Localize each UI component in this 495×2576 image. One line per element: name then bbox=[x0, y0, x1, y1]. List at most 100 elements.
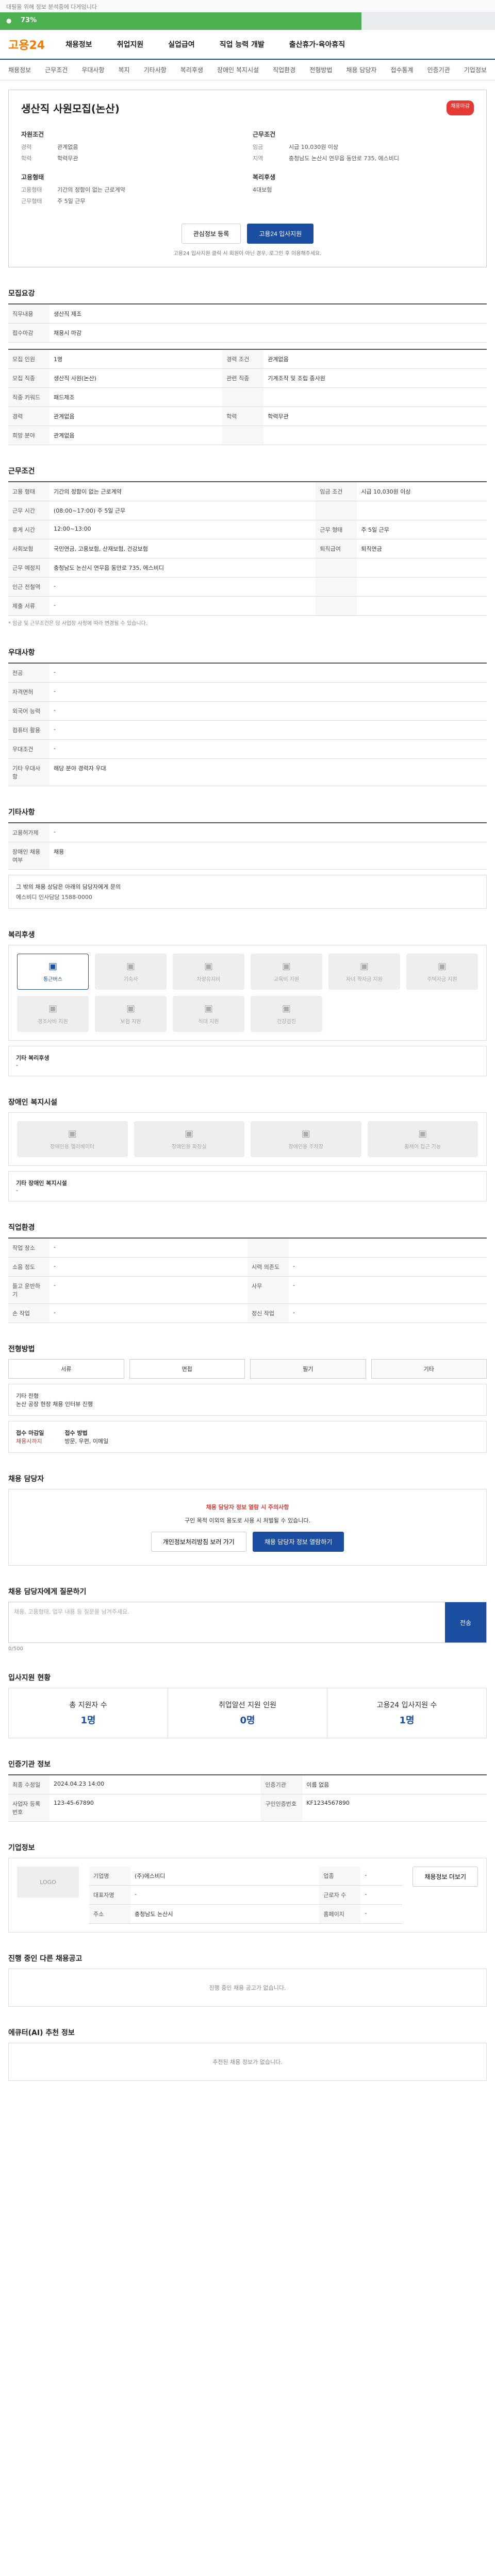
cell-val bbox=[357, 558, 487, 578]
welfare-item: ▣ 주택자금 지원 bbox=[406, 954, 478, 990]
cell-val: - bbox=[50, 596, 316, 616]
cell-val: - bbox=[50, 1276, 248, 1304]
kv-key: 지역 bbox=[253, 155, 263, 162]
lnb-item[interactable]: 장애인 복지시설 bbox=[217, 65, 259, 74]
welfare-label: 장애인용 엘리베이터 bbox=[50, 1144, 95, 1150]
lnb-item[interactable]: 채용 담당자 bbox=[346, 65, 376, 74]
cell-key bbox=[222, 426, 264, 445]
cell-key: 직무내용 bbox=[8, 304, 50, 324]
manager-section: 채용 담당자 채용 담당자 정보 열람 시 주의사항 구인 목적 이외의 용도로… bbox=[8, 1473, 487, 1566]
lnb-item[interactable]: 우대사항 bbox=[81, 65, 104, 74]
kv-val: 4대보험 bbox=[253, 187, 272, 193]
cell-val: 2024.04.23 14:00 bbox=[50, 1775, 261, 1794]
section-title: 기타사항 bbox=[8, 808, 35, 817]
welfare-item: ▣ 건강검진 bbox=[251, 996, 322, 1032]
progress-fill bbox=[0, 12, 361, 30]
welfare-label: 차량유지비 bbox=[196, 977, 221, 982]
cell-val: - bbox=[289, 1257, 487, 1277]
cell-key: 직종 키워드 bbox=[8, 387, 50, 407]
section-nav: 채용정보 근무조건 우대사항 복지 기타사항 복리후생 장애인 복지시설 직업환… bbox=[0, 60, 495, 80]
cell-val: - bbox=[50, 1238, 248, 1258]
other-table: 고용허가제 - 장애인 채용 여부 채용 bbox=[8, 822, 487, 870]
welfare-item: ▣ 장애인용 주차장 bbox=[251, 1121, 361, 1157]
kv-val: 관계없음 bbox=[57, 144, 78, 150]
cell-key bbox=[316, 596, 357, 616]
welfare-item: ▣ 휠체어 접근 가능 bbox=[367, 1121, 478, 1157]
stat-label: 취업알선 지원 인원 bbox=[219, 1701, 276, 1709]
nav-item-benefit[interactable]: 실업급여 bbox=[168, 39, 195, 49]
cell-val bbox=[289, 1238, 487, 1258]
cell-key bbox=[316, 558, 357, 578]
cell-val: 충청남도 논산시 연무읍 동안로 735, 에스비디 bbox=[50, 558, 316, 578]
lnb-item[interactable]: 인증기관 bbox=[427, 65, 450, 74]
privacy-button[interactable]: 개인정보처리방침 보러 가기 bbox=[151, 1532, 246, 1552]
welfare-label: 경조사비 지원 bbox=[38, 1019, 68, 1025]
lnb-item[interactable]: 기업정보 bbox=[464, 65, 487, 74]
cell-key: 모집 직종 bbox=[8, 368, 50, 388]
more-jobs-button[interactable]: 채용정보 더보기 bbox=[412, 1867, 478, 1887]
section-title: 전형방법 bbox=[8, 1345, 35, 1353]
welfare-icon: ▣ bbox=[282, 961, 291, 972]
cell-key: 퇴직급여 bbox=[316, 539, 357, 558]
deadline-title: 접수 마감일 bbox=[16, 1430, 44, 1436]
cond-table: 고용 형태 기간의 정함이 없는 근로계약 임금 조건 시급 10,030원 이상 근무… bbox=[8, 481, 487, 616]
kv-key: 고용형태 bbox=[21, 187, 42, 193]
lnb-item[interactable]: 복지 bbox=[119, 65, 130, 74]
welfare-icon: ▣ bbox=[185, 1128, 194, 1139]
cell-val: - bbox=[50, 577, 316, 597]
cell-val: - bbox=[50, 682, 487, 702]
lnb-item[interactable]: 직업환경 bbox=[273, 65, 295, 74]
nav-item-leave[interactable]: 출산휴가·육아휴직 bbox=[289, 39, 345, 49]
cert-section: 인증기관 정보 최종 수정일 2024.04.23 14:00 인증기관 이름 없음 사… bbox=[8, 1759, 487, 1822]
welfare-item: ▣ 교육비 지원 bbox=[251, 954, 322, 990]
cell-key bbox=[316, 577, 357, 597]
cell-val: 채용 bbox=[50, 842, 487, 870]
logo[interactable]: 고용24 bbox=[8, 36, 45, 53]
view-manager-button[interactable]: 채용 담당자 정보 열람하기 bbox=[252, 1532, 344, 1552]
cell-val: 생산직 사원(논산) bbox=[50, 368, 223, 388]
info-icon: ● bbox=[6, 17, 12, 24]
section-title: 근무조건 bbox=[8, 467, 35, 476]
cell-key: 학력 bbox=[222, 406, 264, 426]
char-count: 0/500 bbox=[8, 1646, 23, 1652]
apply-button[interactable]: 고용24 입사지원 bbox=[247, 224, 314, 244]
pref-section: 우대사항 전공 - 자격면허 - 외국어 능력 - 컴퓨터 활용 - 우대조건 - 기타 우대사항 해… bbox=[8, 647, 487, 786]
lnb-item[interactable]: 채용정보 bbox=[8, 65, 31, 74]
nav-item-jobs[interactable]: 채용정보 bbox=[65, 39, 92, 49]
welfare-label: 휠체어 접근 가능 bbox=[404, 1144, 441, 1150]
sel-title: 기타 전형 bbox=[16, 1393, 39, 1399]
warn-text: 구인 목적 이외의 용도로 사용 시 처벌될 수 있습니다. bbox=[185, 1517, 310, 1524]
lnb-item[interactable]: 복리후생 bbox=[180, 65, 203, 74]
lnb-item[interactable]: 기타사항 bbox=[144, 65, 167, 74]
section-title: 기업정보 bbox=[8, 1844, 35, 1852]
scrap-button[interactable]: 관심정보 등록 bbox=[181, 224, 241, 244]
question-input[interactable]: 채용, 고용형태, 업무 내용 등 질문을 남겨주세요. bbox=[9, 1602, 445, 1642]
welfare-icon: ▣ bbox=[282, 1003, 291, 1014]
nav-item-training[interactable]: 직업 능력 개발 bbox=[220, 39, 265, 49]
cell-key: 대표자명 bbox=[89, 1885, 130, 1905]
cell-key: 희망 분야 bbox=[8, 426, 50, 445]
cell-key: 외국어 능력 bbox=[8, 701, 50, 721]
cell-key: 휴게 시간 bbox=[8, 520, 50, 539]
cell-key: 우대조건 bbox=[8, 739, 50, 759]
lnb-item[interactable]: 전형방법 bbox=[309, 65, 332, 74]
section-title: 복리후생 bbox=[8, 931, 35, 939]
cell-key: 작업 장소 bbox=[8, 1238, 50, 1258]
progress-label: 73% bbox=[21, 16, 37, 24]
lnb-item[interactable]: 근무조건 bbox=[45, 65, 68, 74]
nav-item-support[interactable]: 취업지원 bbox=[117, 39, 144, 49]
welfare-item: ▣ 식대 지원 bbox=[173, 996, 244, 1032]
main-nav: 채용정보 취업지원 실업급여 직업 능력 개발 출산휴가·육아휴직 bbox=[65, 39, 345, 49]
extra-title: 기타 복리후생 bbox=[16, 1055, 50, 1061]
cell-val: 주 5일 근무 bbox=[357, 520, 487, 539]
post-summary: 생산직 사원모집(논산) 채용마감 자원조건 경력 관계없음 학력 학력무관 고용형태… bbox=[8, 90, 487, 267]
cell-val: - bbox=[50, 720, 487, 740]
summary-heading: 자원조건 bbox=[21, 131, 44, 138]
cell-val: (08:00~17:00) 주 5일 근무 bbox=[50, 501, 316, 520]
empty-message: 추천된 채용 정보가 없습니다. bbox=[8, 2043, 487, 2081]
welfare-icon: ▣ bbox=[301, 1128, 310, 1139]
submit-button[interactable]: 전송 bbox=[445, 1602, 486, 1642]
kv-key: 학력 bbox=[21, 155, 32, 162]
chip-interview: 면접 bbox=[129, 1359, 245, 1379]
lnb-item[interactable]: 접수통계 bbox=[390, 65, 413, 74]
